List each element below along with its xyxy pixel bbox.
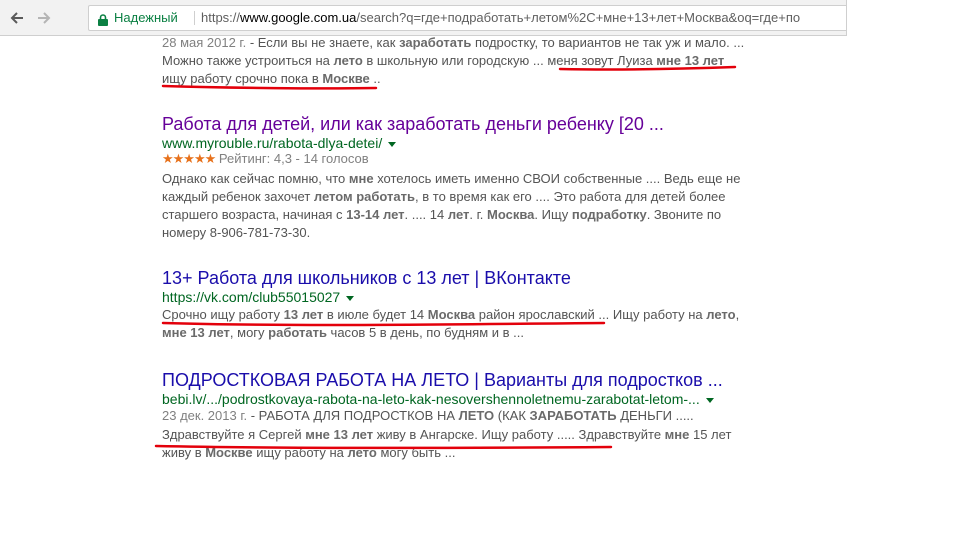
star-rating-icon: ★★★★★: [162, 151, 216, 166]
top-snippet-line-2: Можно также устроиться на лето в школьну…: [162, 53, 725, 68]
r1-snippet-line-3: старшего возраста, начиная с 13-14 лет. …: [162, 207, 722, 222]
result-title-myrouble[interactable]: Работа для детей, или как заработать ден…: [162, 113, 664, 135]
omnibox-divider: [194, 11, 195, 25]
rating-text: Рейтинг: 4,3 - 14 голосов: [218, 151, 369, 166]
address-bar[interactable]: Надежный https://www.google.com.ua/searc…: [88, 5, 846, 31]
r3-snippet-line-3: живу в Москве ищу работу на лето могу бы…: [162, 445, 456, 460]
url-host: www.google.com.ua: [240, 10, 357, 25]
top-snippet-line-1: 28 мая 2012 г. - Если вы не знаете, как …: [162, 35, 745, 50]
r1-snippet-line-2: каждый ребенок захочет летом работать, в…: [162, 189, 726, 204]
dropdown-arrow-icon[interactable]: [705, 397, 714, 403]
r1-snippet-line-1: Однако как сейчас помню, что мне хотелос…: [162, 171, 741, 186]
r1-snippet-line-4: номеру 8-906-781-73-30.: [162, 225, 311, 240]
back-arrow-icon[interactable]: [6, 7, 28, 29]
r2-snippet-line-1: Срочно ищу работу 13 лет в июле будет 14…: [162, 307, 740, 322]
result-title-vk[interactable]: 13+ Работа для школьников с 13 лет | ВКо…: [162, 267, 571, 289]
result-title-bebi[interactable]: ПОДРОСТКОВАЯ РАБОТА НА ЛЕТО | Варианты д…: [162, 369, 723, 391]
result-url-bebi[interactable]: bebi.lv/.../podrostkovaya-rabota-na-leto…: [162, 391, 714, 408]
browser-toolbar: Надежный https://www.google.com.ua/searc…: [0, 0, 847, 36]
r2-snippet-line-2: мне 13 лет, могу работать часов 5 в день…: [162, 325, 524, 340]
result-url-myrouble[interactable]: www.myrouble.ru/rabota-dlya-detei/: [162, 135, 397, 152]
dropdown-arrow-icon[interactable]: [346, 295, 355, 301]
dropdown-arrow-icon[interactable]: [388, 141, 397, 147]
url-scheme: https://: [201, 10, 241, 25]
result-url-vk[interactable]: https://vk.com/club55015027: [162, 289, 355, 306]
security-label[interactable]: Надежный: [114, 6, 178, 30]
top-snippet-line-3: ищу работу срочно пока в Москве ..: [162, 71, 381, 86]
url-path: /search?q=где+подработать+летом%2C+мне+1…: [356, 10, 801, 25]
forward-arrow-icon[interactable]: [33, 7, 55, 29]
r3-snippet-line-1: 23 дек. 2013 г. - РАБОТА ДЛЯ ПОДРОСТКОВ …: [162, 408, 694, 423]
lock-icon[interactable]: [96, 11, 110, 26]
rating-line: ★★★★★ Рейтинг: 4,3 - 14 голосов: [162, 151, 369, 167]
r3-snippet-line-2: Здравствуйте я Сергей мне 13 лет живу в …: [162, 427, 732, 442]
url-text[interactable]: https://www.google.com.ua/search?q=где+п…: [201, 6, 800, 30]
